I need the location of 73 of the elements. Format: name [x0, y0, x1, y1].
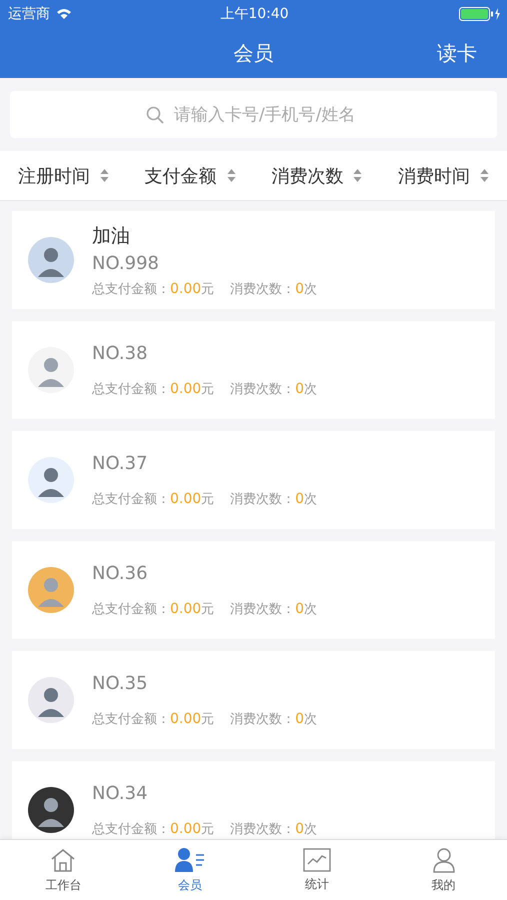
count-label: 消费次数： — [230, 280, 296, 298]
sort-button[interactable]: 消费次数 — [271, 164, 362, 188]
sort-icon — [480, 168, 490, 183]
count-value: 0 — [295, 280, 304, 296]
member-card[interactable]: 加油 NO.998 总支付金额：0.00元 消费次数：0次 — [12, 211, 495, 309]
amount-label: 总支付金额： — [92, 710, 170, 728]
amount-label: 总支付金额： — [92, 280, 170, 298]
member-card[interactable]: NO.35 总支付金额：0.00元 消费次数：0次 — [12, 651, 495, 749]
sort-icon — [100, 168, 109, 183]
battery-icon — [459, 7, 502, 21]
tab[interactable]: 会员 — [126, 840, 254, 900]
sort-button[interactable]: 支付金额 — [144, 164, 236, 188]
sort-icon — [353, 168, 362, 183]
amount-unit: 元 — [201, 280, 214, 298]
home-icon — [49, 846, 78, 872]
amount-value: 0.00 — [170, 490, 202, 506]
person-list-icon — [175, 846, 206, 872]
tab[interactable]: 工作台 — [0, 840, 127, 900]
member-card[interactable]: NO.37 总支付金额：0.00元 消费次数：0次 — [12, 431, 495, 529]
search-bar[interactable]: 请输入卡号/手机号/姓名 — [10, 91, 497, 138]
count-label: 消费次数： — [230, 490, 296, 508]
amount-value: 0.00 — [170, 710, 202, 726]
amount-value: 0.00 — [170, 380, 202, 396]
member-number: NO.35 — [92, 672, 149, 694]
member-number: NO.37 — [92, 452, 149, 474]
count-label: 消费次数： — [230, 820, 296, 838]
count-unit: 次 — [304, 280, 318, 298]
amount-value: 0.00 — [170, 280, 202, 296]
tab[interactable]: 我的 — [380, 840, 507, 900]
page-title: 会员 — [234, 40, 274, 66]
count-value: 0 — [295, 820, 304, 836]
member-card[interactable]: NO.38 总支付金额：0.00元 消费次数：0次 — [12, 321, 495, 419]
member-card[interactable]: NO.34 总支付金额：0.00元 消费次数：0次 — [12, 761, 495, 839]
clock: 上午10:40 — [220, 5, 289, 23]
wifi-icon — [56, 8, 72, 20]
amount-unit: 元 — [201, 490, 214, 508]
count-value: 0 — [295, 380, 304, 396]
count-unit: 次 — [304, 600, 318, 618]
count-value: 0 — [295, 600, 304, 616]
amount-label: 总支付金额： — [92, 380, 170, 398]
member-number: NO.998 — [92, 252, 160, 274]
person-icon — [432, 846, 456, 872]
tab[interactable]: 统计 — [254, 840, 380, 900]
amount-value: 0.00 — [170, 600, 202, 616]
amount-label: 总支付金额： — [92, 490, 170, 508]
member-number: NO.36 — [92, 562, 149, 584]
amount-value: 0.00 — [170, 820, 202, 836]
member-number: NO.34 — [92, 782, 149, 804]
sort-button[interactable]: 注册时间 — [18, 164, 109, 188]
read-card-button[interactable]: 读卡 — [437, 40, 477, 67]
sort-icon — [226, 168, 236, 183]
search-icon — [146, 106, 164, 124]
amount-unit: 元 — [201, 600, 214, 618]
count-label: 消费次数： — [230, 380, 296, 398]
member-card[interactable]: NO.36 总支付金额：0.00元 消费次数：0次 — [12, 541, 495, 639]
member-number: NO.38 — [92, 342, 149, 364]
chart-icon — [302, 848, 331, 872]
sort-button[interactable]: 消费时间 — [398, 164, 490, 188]
count-label: 消费次数： — [230, 600, 296, 618]
count-value: 0 — [295, 490, 304, 506]
member-name: 加油 — [92, 224, 131, 248]
count-label: 消费次数： — [230, 710, 296, 728]
count-unit: 次 — [304, 820, 318, 838]
count-value: 0 — [295, 710, 304, 726]
count-unit: 次 — [304, 490, 318, 508]
carrier-label: 运营商 — [8, 5, 50, 23]
amount-unit: 元 — [201, 710, 214, 728]
amount-label: 总支付金额： — [92, 820, 170, 838]
count-unit: 次 — [304, 380, 318, 398]
amount-label: 总支付金额： — [92, 600, 170, 618]
amount-unit: 元 — [201, 380, 214, 398]
count-unit: 次 — [304, 710, 318, 728]
amount-unit: 元 — [201, 820, 214, 838]
